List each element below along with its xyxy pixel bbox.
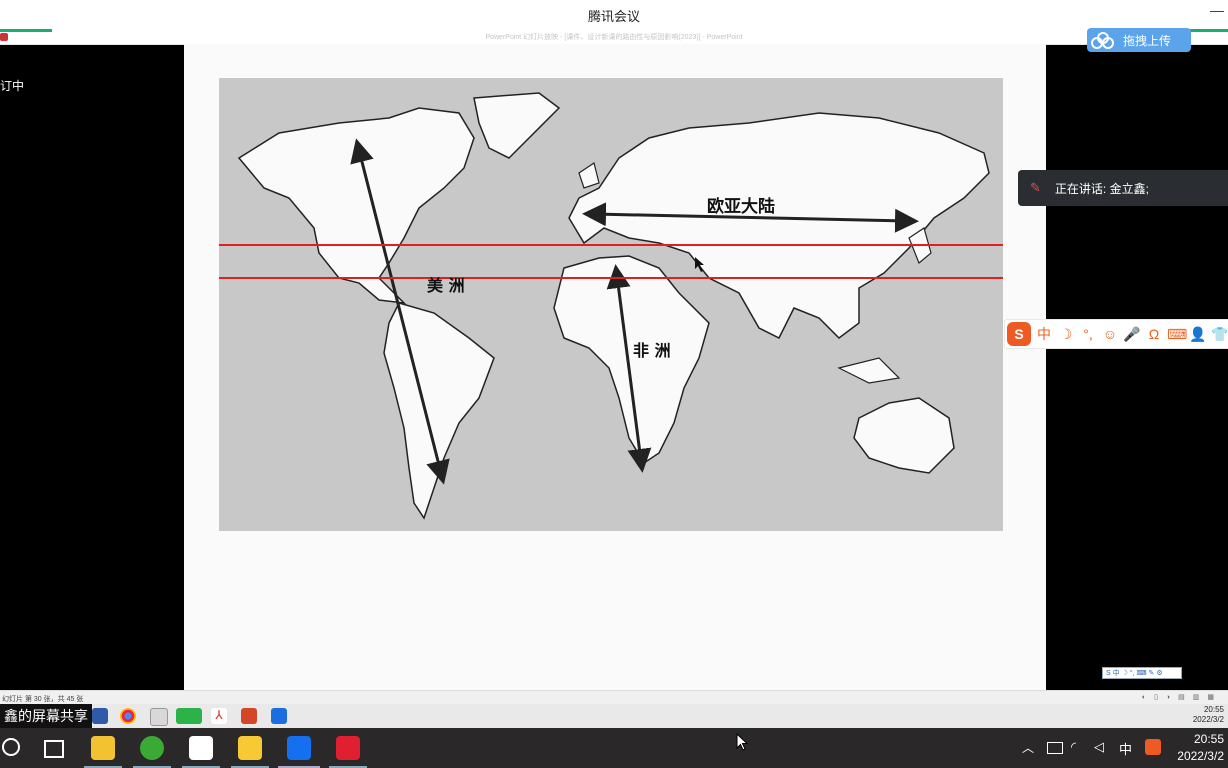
chrome-icon	[120, 708, 136, 724]
shared-ime-toolbar: S 中 ☽ °, ⌨ ✎ ⚙	[1102, 667, 1182, 679]
tencent-meeting-icon	[271, 708, 287, 724]
sogou-tray-icon[interactable]	[1145, 739, 1161, 755]
pdf-icon: ⅄	[211, 708, 227, 724]
ime-voice-icon[interactable]: 🎤	[1123, 326, 1141, 343]
window-title: 腾讯会议	[587, 9, 640, 24]
ime-punct-icon[interactable]: °,	[1079, 326, 1097, 342]
shared-clock: 20:55 2022/3/2	[1192, 705, 1224, 724]
search-icon[interactable]	[2, 738, 20, 756]
screen-share-label: 鑫的屏幕共享	[0, 704, 92, 728]
ime-symbol-icon[interactable]: Ω	[1145, 326, 1163, 342]
presentation-slide: 欧亚大陆 美 洲 非 洲	[184, 44, 1046, 690]
sogou-logo-icon[interactable]: S	[1007, 322, 1031, 346]
tray-lang-indicator[interactable]: 中	[1119, 739, 1132, 758]
ppt-status-bar: 幻灯片 第 30 张，共 45 张 ◐▯◑▤▥▦	[0, 690, 1228, 705]
volume-icon[interactable]: ◁	[1094, 739, 1104, 755]
baidu-netdisk-icon[interactable]	[189, 736, 213, 760]
browser-360-icon[interactable]	[140, 736, 164, 760]
sogou-ime-toolbar[interactable]: S 中 ☽ °, ☺ 🎤 Ω ⌨ 👤 👕	[1004, 319, 1228, 349]
label-americas: 美 洲	[427, 276, 465, 295]
ime-emoji-icon[interactable]: ☺	[1101, 326, 1119, 342]
windows-taskbar: ︿ ◜ ◁ 中 20:55 2022/3/2	[0, 728, 1228, 768]
drag-upload-label: 拖拽上传	[1123, 33, 1172, 48]
wechat-icon	[176, 708, 202, 724]
favorites-app-icon[interactable]	[238, 736, 262, 760]
title-bar: 腾讯会议 PowerPoint 幻灯片放映 - [课件、设计新课的路由性与原因影…	[0, 0, 1228, 45]
shared-app-icon	[92, 708, 108, 724]
ime-halfwidth-icon[interactable]: ☽	[1057, 326, 1075, 343]
cloud-icon	[1091, 32, 1114, 49]
recorder-app-icon[interactable]	[336, 736, 360, 760]
notepad-icon	[150, 708, 168, 726]
tencent-meeting-taskbar-icon[interactable]	[287, 736, 311, 760]
task-view-icon[interactable]	[44, 740, 64, 758]
ime-keyboard-icon[interactable]: ⌨	[1167, 326, 1187, 343]
ime-skin-icon[interactable]: 👕	[1211, 326, 1228, 343]
world-map-image: 欧亚大陆 美 洲 非 洲	[219, 78, 1003, 531]
battery-icon[interactable]	[1047, 742, 1063, 754]
shared-taskbar: ⅄ 20:55 2022/3/2	[0, 704, 1228, 728]
powerpoint-icon	[241, 708, 257, 724]
tray-chevron-icon[interactable]: ︿	[1022, 739, 1034, 756]
slide-counter: 幻灯片 第 30 张，共 45 张	[2, 696, 84, 703]
ime-lang-toggle[interactable]: 中	[1035, 324, 1053, 344]
drag-upload-button[interactable]: 拖拽上传	[1087, 28, 1191, 52]
speaking-indicator: ✎ 正在讲话: 金立鑫;	[1018, 170, 1228, 206]
view-controls: ◐▯◑▤▥▦	[1141, 694, 1222, 701]
taskbar-clock[interactable]: 20:55 2022/3/2	[1177, 731, 1224, 765]
label-africa: 非 洲	[633, 341, 671, 360]
left-status-text: 订中	[0, 79, 25, 93]
ime-user-icon[interactable]: 👤	[1189, 326, 1207, 343]
speaking-text: 正在讲话: 金立鑫;	[1054, 181, 1149, 196]
mouse-cursor-icon	[736, 733, 749, 751]
shared-window-title: PowerPoint 幻灯片放映 - [课件、设计新课的路由性与原因影响(202…	[485, 34, 743, 41]
file-explorer-icon[interactable]	[91, 736, 115, 760]
minimize-button[interactable]: —	[1210, 2, 1224, 18]
wifi-icon[interactable]: ◜	[1071, 739, 1076, 755]
label-eurasia: 欧亚大陆	[707, 196, 775, 217]
muted-mic-icon: ✎	[1030, 180, 1041, 195]
